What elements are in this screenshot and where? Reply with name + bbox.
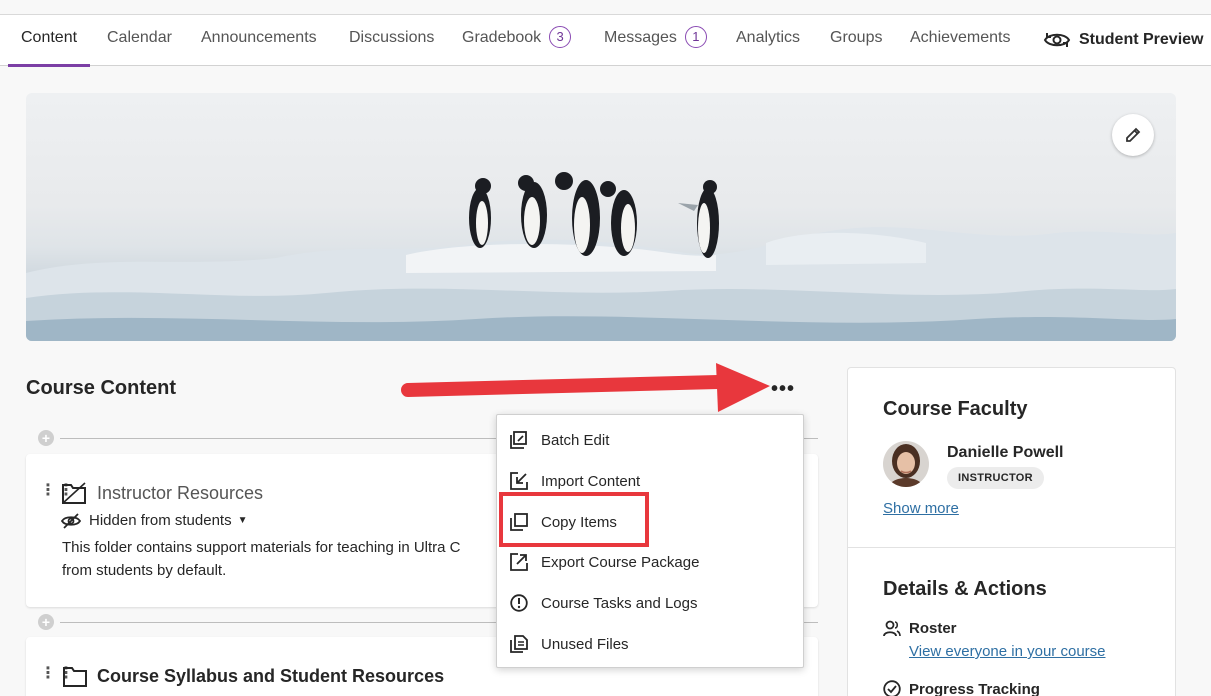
description-line-2: from students by default. [62, 562, 227, 579]
red-arrow-annotation [401, 363, 770, 412]
course-faculty-heading: Course Faculty [883, 398, 1028, 420]
edit-banner-button[interactable] [1112, 114, 1154, 156]
pencil-icon [1126, 127, 1141, 142]
tab-content[interactable]: Content [8, 15, 91, 67]
people-icon [883, 620, 901, 637]
tab-calendar-label: Calendar [107, 29, 172, 46]
visibility-dropdown[interactable]: Hidden from students ▼ [61, 512, 247, 529]
roster-label: Roster [909, 619, 957, 637]
export-icon [510, 553, 528, 571]
folder-icon [63, 667, 87, 687]
tab-discussions[interactable]: Discussions [349, 15, 434, 65]
files-icon [510, 635, 528, 653]
view-roster-link[interactable]: View everyone in your course [909, 643, 1106, 660]
description-line-1: This folder contains support materials f… [62, 539, 461, 556]
progress-tracking-label: Progress Tracking [909, 680, 1040, 696]
add-content-plus-icon[interactable]: + [38, 614, 54, 630]
import-icon [510, 472, 528, 490]
more-options-button[interactable]: ••• [770, 378, 796, 400]
menu-item-export-course-package[interactable]: Export Course Package [497, 542, 803, 582]
roster-item: Roster [883, 619, 957, 637]
tab-content-label: Content [21, 29, 78, 46]
tab-analytics-label: Analytics [736, 29, 801, 46]
faculty-name[interactable]: Danielle Powell [947, 444, 1063, 462]
course-info-panel: Course Faculty Danielle Powell INSTRUCTO… [847, 367, 1176, 696]
add-content-plus-icon[interactable]: + [38, 430, 54, 446]
tab-calendar[interactable]: Calendar [107, 15, 172, 65]
menu-item-label: Course Tasks and Logs [541, 594, 698, 612]
content-item-description: This folder contains support materials f… [62, 536, 502, 582]
student-preview-button[interactable]: Student Preview [1043, 15, 1203, 65]
menu-item-label: Export Course Package [541, 553, 700, 571]
tab-groups[interactable]: Groups [830, 15, 882, 65]
menu-item-batch-edit[interactable]: Batch Edit [497, 420, 803, 460]
messages-count-badge: 1 [684, 26, 707, 48]
eye-refresh-icon [1043, 33, 1071, 47]
menu-item-unused-files[interactable]: Unused Files [497, 624, 803, 664]
progress-tracking-item[interactable]: Progress Tracking [883, 680, 1040, 696]
menu-item-label: Batch Edit [541, 431, 610, 449]
details-actions-heading: Details & Actions [883, 578, 1047, 600]
gradebook-count-badge: 3 [549, 26, 572, 48]
eye-slash-icon [61, 512, 81, 529]
tab-gradebook-label: Gradebook [462, 29, 542, 46]
panel-divider [848, 547, 1175, 548]
instructor-photo [883, 441, 929, 487]
tab-gradebook[interactable]: Gradebook 3 [462, 15, 572, 65]
hidden-folder-icon [62, 482, 86, 504]
tab-achievements[interactable]: Achievements [910, 15, 1011, 65]
tab-messages[interactable]: Messages 1 [604, 15, 707, 65]
tab-analytics[interactable]: Analytics [736, 15, 800, 65]
tab-messages-label: Messages [604, 29, 677, 46]
tab-discussions-label: Discussions [349, 29, 435, 46]
tab-announcements-label: Announcements [201, 29, 317, 46]
show-more-link[interactable]: Show more [883, 500, 959, 517]
avatar[interactable] [883, 441, 929, 487]
tab-announcements[interactable]: Announcements [201, 15, 317, 65]
content-item-title[interactable]: Instructor Resources [97, 483, 263, 504]
alert-circle-icon [510, 594, 528, 612]
course-nav-bar: Content Calendar Announcements Discussio… [0, 14, 1211, 67]
penguins-on-ice-image [26, 172, 1176, 341]
caret-down-icon: ▼ [237, 515, 248, 526]
visibility-label: Hidden from students [89, 512, 232, 529]
check-circle-icon [883, 680, 901, 696]
tab-achievements-label: Achievements [910, 29, 1011, 46]
role-badge: INSTRUCTOR [947, 467, 1044, 489]
course-content-heading: Course Content [26, 377, 176, 399]
tab-groups-label: Groups [830, 29, 883, 46]
menu-item-label: Import Content [541, 472, 641, 490]
student-preview-label: Student Preview [1079, 31, 1204, 48]
menu-item-label: Unused Files [541, 635, 629, 653]
course-banner-image [26, 93, 1176, 341]
active-tab-indicator [8, 64, 91, 67]
copy-items-highlight-annotation [499, 492, 649, 547]
batch-edit-icon [510, 431, 527, 449]
menu-item-course-tasks-and-logs[interactable]: Course Tasks and Logs [497, 583, 803, 623]
content-item-title[interactable]: Course Syllabus and Student Resources [97, 666, 444, 687]
